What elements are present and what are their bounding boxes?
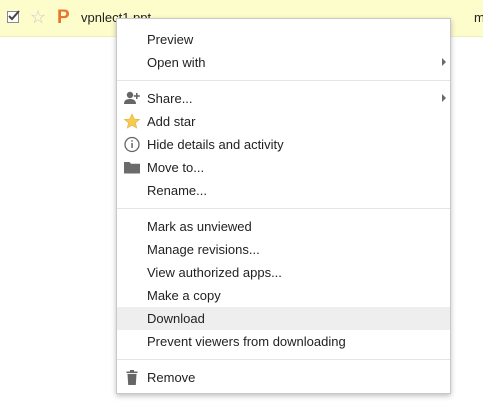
folder-icon [123,159,141,176]
menu-separator [117,208,450,209]
menu-item-prevent-downloading[interactable]: Prevent viewers from downloading [117,330,450,353]
menu-item-remove[interactable]: Remove [117,366,450,389]
menu-item-label: Open with [147,55,206,70]
menu-item-label: Share... [147,91,193,106]
menu-item-label: Download [147,311,205,326]
menu-separator [117,80,450,81]
menu-item-open-with[interactable]: Open with [117,51,450,74]
menu-item-share[interactable]: Share... [117,87,450,110]
menu-item-hide-details[interactable]: Hide details and activity [117,133,450,156]
menu-item-make-copy[interactable]: Make a copy [117,284,450,307]
menu-item-label: Make a copy [147,288,221,303]
submenu-arrow-icon [442,58,446,66]
menu-item-mark-unviewed[interactable]: Mark as unviewed [117,215,450,238]
menu-item-preview[interactable]: Preview [117,28,450,51]
menu-item-label: Remove [147,370,196,385]
share-person-add-icon [123,90,141,107]
menu-item-label: Prevent viewers from downloading [147,334,346,349]
trash-icon [123,369,141,386]
menu-item-label: Preview [147,32,194,47]
menu-item-label: Mark as unviewed [147,219,252,234]
menu-item-label: Hide details and activity [147,137,284,152]
star-outline-icon[interactable]: ☆ [30,8,46,26]
menu-item-move-to[interactable]: Move to... [117,156,450,179]
menu-item-label: Add star [147,114,196,129]
menu-item-label: Move to... [147,160,205,175]
menu-item-manage-revisions[interactable]: Manage revisions... [117,238,450,261]
menu-item-view-authorized-apps[interactable]: View authorized apps... [117,261,450,284]
powerpoint-file-icon: P [57,7,70,28]
file-owner: m [474,10,483,25]
submenu-arrow-icon [442,94,446,102]
menu-separator [117,359,450,360]
menu-item-label: Manage revisions... [147,242,260,257]
star-icon [123,113,141,130]
menu-item-rename[interactable]: Rename... [117,179,450,202]
checkbox-checked-icon[interactable] [7,10,20,23]
menu-item-download[interactable]: Download [117,307,450,330]
menu-item-label: View authorized apps... [147,265,282,280]
context-menu: Preview Open with Share... Add star Hide… [116,18,451,394]
info-icon [123,136,141,153]
menu-item-label: Rename... [147,183,207,198]
menu-item-add-star[interactable]: Add star [117,110,450,133]
